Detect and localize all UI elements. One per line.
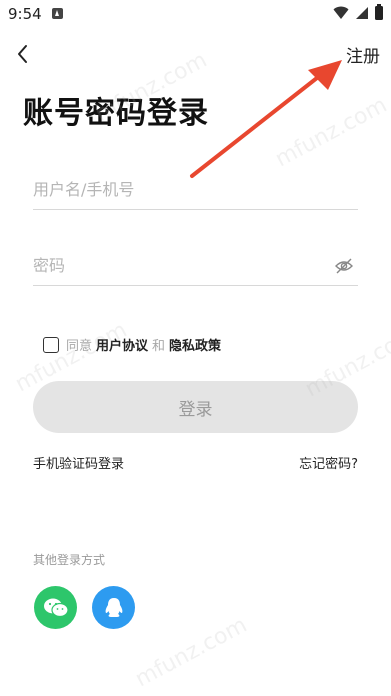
status-bar: 9:54 xyxy=(0,0,391,28)
agreement-row: 同意 用户协议 和 隐私政策 xyxy=(43,335,225,354)
eye-off-icon[interactable] xyxy=(334,256,354,276)
agreement-and: 和 xyxy=(152,339,166,354)
username-field-container xyxy=(33,170,358,210)
other-login-title: 其他登录方式 xyxy=(33,553,106,567)
wechat-icon xyxy=(43,598,69,617)
wechat-login-button[interactable] xyxy=(34,586,77,629)
page-title: 账号密码登录 xyxy=(23,96,209,131)
agreement-checkbox[interactable] xyxy=(43,336,59,353)
sms-login-link[interactable]: 手机验证码登录 xyxy=(33,453,124,472)
battery-icon xyxy=(375,4,383,20)
login-button[interactable]: 登录 xyxy=(33,381,358,433)
qq-penguin-icon xyxy=(105,597,122,617)
register-link[interactable]: 注册 xyxy=(346,42,380,67)
watermark: mfunz.com xyxy=(271,92,391,173)
password-field-container xyxy=(33,246,358,286)
privacy-policy-link[interactable]: 隐私政策 xyxy=(169,335,221,354)
password-input[interactable] xyxy=(33,246,358,285)
qq-login-button[interactable] xyxy=(92,586,135,629)
status-icons xyxy=(333,4,383,20)
username-input[interactable] xyxy=(33,170,358,209)
watermark: mfunz.com xyxy=(131,612,252,693)
cellular-signal-icon xyxy=(356,7,368,19)
wifi-icon xyxy=(333,6,349,19)
notification-icon xyxy=(52,8,63,19)
status-time: 9:54 xyxy=(8,5,42,23)
user-agreement-link[interactable]: 用户协议 xyxy=(96,335,148,354)
forgot-password-link[interactable]: 忘记密码? xyxy=(299,453,358,472)
back-arrow-icon[interactable] xyxy=(10,40,38,68)
agreement-prefix: 同意 xyxy=(66,339,93,354)
